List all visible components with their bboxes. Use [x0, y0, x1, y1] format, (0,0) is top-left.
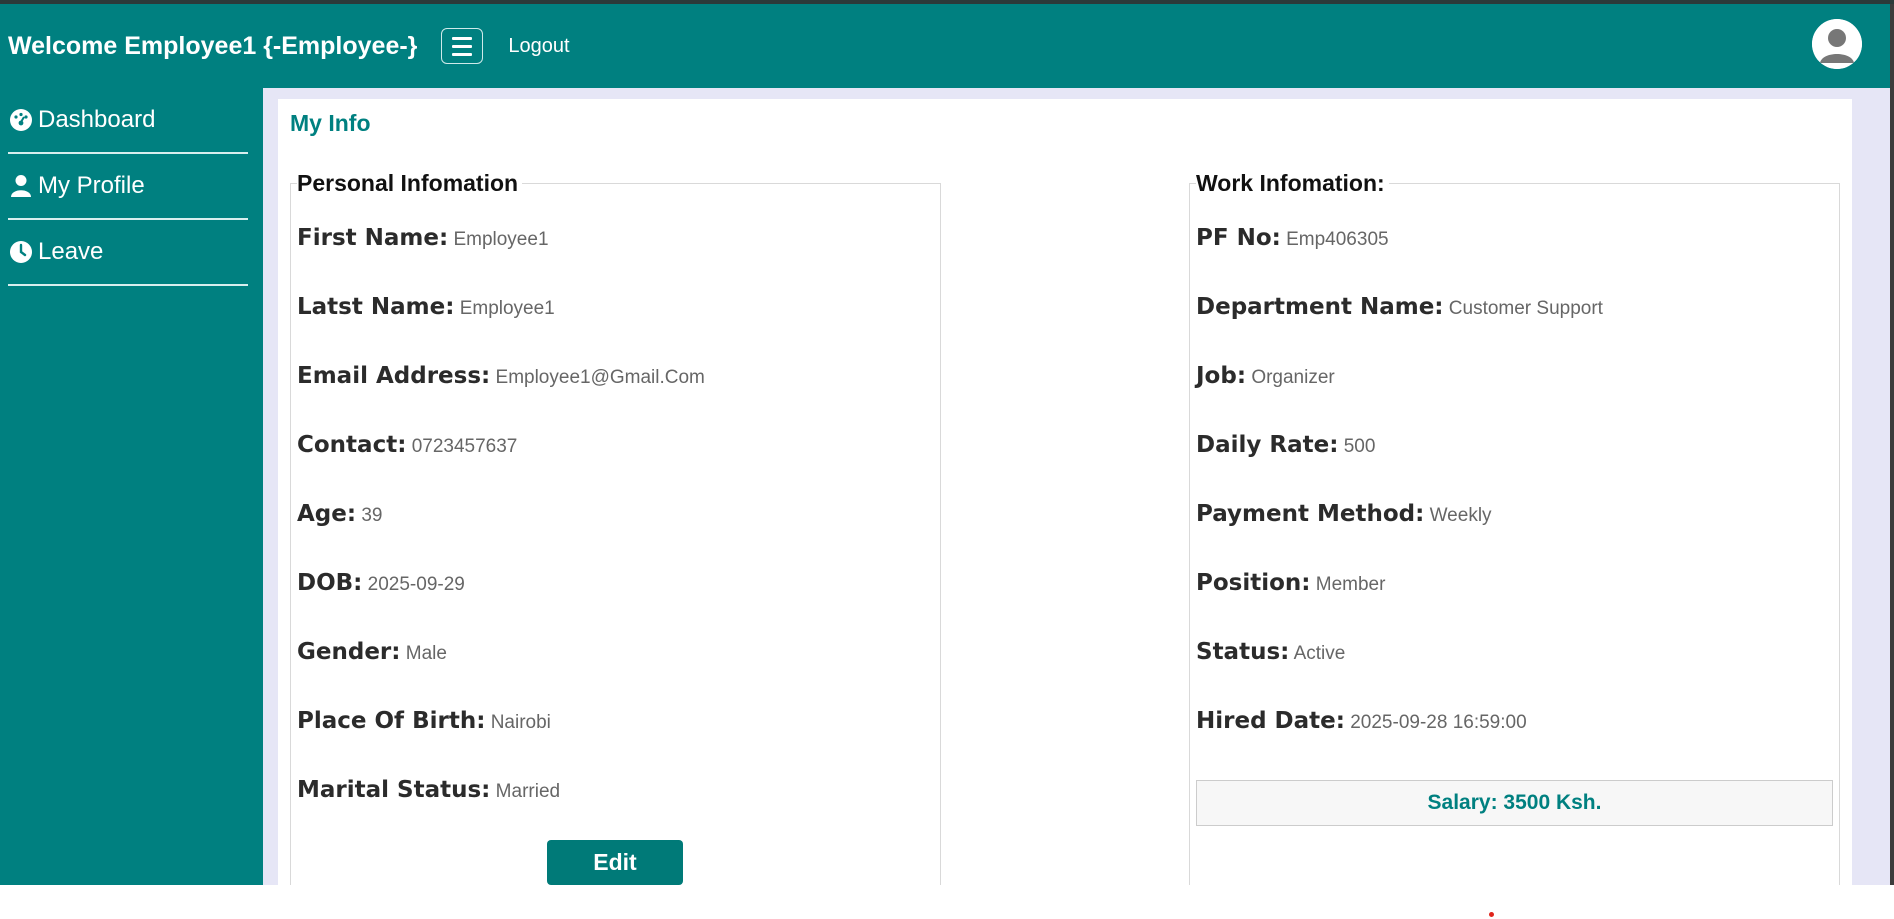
field-label: Place Of Birth: — [297, 708, 486, 734]
field-value: Employee1 — [459, 298, 555, 319]
contact-row: Contact: 0723457637 — [297, 432, 517, 458]
field-value: Member — [1315, 574, 1386, 595]
user-icon — [8, 173, 34, 199]
sidebar-item-my-profile[interactable]: My Profile — [8, 154, 248, 220]
field-label: DOB: — [297, 570, 363, 596]
field-label: Payment Method: — [1196, 501, 1425, 527]
field-label: Daily Rate: — [1196, 432, 1339, 458]
field-label: Job: — [1196, 363, 1247, 389]
sidebar-item-dashboard[interactable]: Dashboard — [8, 88, 248, 154]
hamburger-icon[interactable] — [441, 28, 484, 64]
work-info-legend: Work Infomation: — [1196, 170, 1389, 197]
cursor-dot — [1489, 912, 1494, 917]
field-value: Employee1 — [453, 229, 549, 250]
hired-date-row: Hired Date: 2025-09-28 16:59:00 — [1196, 708, 1527, 734]
salary-box: Salary: 3500 Ksh. — [1196, 780, 1833, 826]
first-name-row: First Name: Employee1 — [297, 225, 549, 251]
gender-row: Gender: Male — [297, 639, 447, 665]
last-name-row: Latst Name: Employee1 — [297, 294, 555, 320]
user-avatar-icon[interactable] — [1812, 19, 1862, 69]
field-value: Employee1@Gmail.Com — [495, 367, 705, 388]
page-footer — [0, 885, 1894, 919]
field-value: 2025-09-28 16:59:00 — [1350, 712, 1527, 733]
marital-status-row: Marital Status: Married — [297, 777, 560, 803]
field-label: Position: — [1196, 570, 1311, 596]
position-row: Position: Member — [1196, 570, 1385, 596]
field-value: 0723457637 — [411, 436, 518, 457]
edit-button[interactable]: Edit — [547, 840, 683, 885]
top-header: Welcome Employee1 {-Employee-} Logout — [0, 4, 1890, 88]
logout-link[interactable]: Logout — [508, 35, 569, 58]
field-value: Customer Support — [1448, 298, 1603, 319]
field-label: Department Name: — [1196, 294, 1444, 320]
pf-no-row: PF No: Emp406305 — [1196, 225, 1389, 251]
age-row: Age: 39 — [297, 501, 382, 527]
field-value: Weekly — [1429, 505, 1492, 526]
window-right-edge — [1890, 4, 1894, 885]
field-label: Status: — [1196, 639, 1290, 665]
dashboard-icon — [8, 107, 34, 133]
personal-info-legend: Personal Infomation — [297, 170, 523, 197]
email-row: Email Address: Employee1@Gmail.Com — [297, 363, 705, 389]
field-label: Contact: — [297, 432, 407, 458]
sidebar-item-leave[interactable]: Leave — [8, 220, 248, 286]
field-value: Nairobi — [490, 712, 551, 733]
field-value: Active — [1293, 643, 1346, 664]
field-label: Age: — [297, 501, 357, 527]
field-value: 39 — [361, 505, 383, 526]
sidebar-item-label: My Profile — [38, 172, 145, 199]
field-label: Gender: — [297, 639, 401, 665]
field-label: First Name: — [297, 225, 449, 251]
field-label: PF No: — [1196, 225, 1281, 251]
daily-rate-row: Daily Rate: 500 — [1196, 432, 1375, 458]
field-value: 2025-09-29 — [367, 574, 465, 595]
sidebar-item-label: Dashboard — [38, 106, 156, 133]
field-value: Emp406305 — [1286, 229, 1389, 250]
welcome-text: Welcome Employee1 {-Employee-} — [8, 31, 418, 60]
field-label: Latst Name: — [297, 294, 455, 320]
sidebar: Dashboard My Profile Leave — [0, 88, 263, 885]
place-of-birth-row: Place Of Birth: Nairobi — [297, 708, 551, 734]
field-value: Organizer — [1251, 367, 1335, 388]
sidebar-item-label: Leave — [38, 238, 104, 265]
field-value: Male — [405, 643, 447, 664]
job-row: Job: Organizer — [1196, 363, 1335, 389]
field-value: 500 — [1343, 436, 1376, 457]
payment-method-row: Payment Method: Weekly — [1196, 501, 1492, 527]
page-title: My Info — [290, 110, 371, 136]
field-label: Email Address: — [297, 363, 491, 389]
clock-icon — [8, 239, 34, 265]
status-row: Status: Active — [1196, 639, 1345, 665]
dob-row: DOB: 2025-09-29 — [297, 570, 465, 596]
field-value: Married — [495, 781, 561, 802]
field-label: Hired Date: — [1196, 708, 1345, 734]
field-label: Marital Status: — [297, 777, 491, 803]
department-row: Department Name: Customer Support — [1196, 294, 1603, 320]
